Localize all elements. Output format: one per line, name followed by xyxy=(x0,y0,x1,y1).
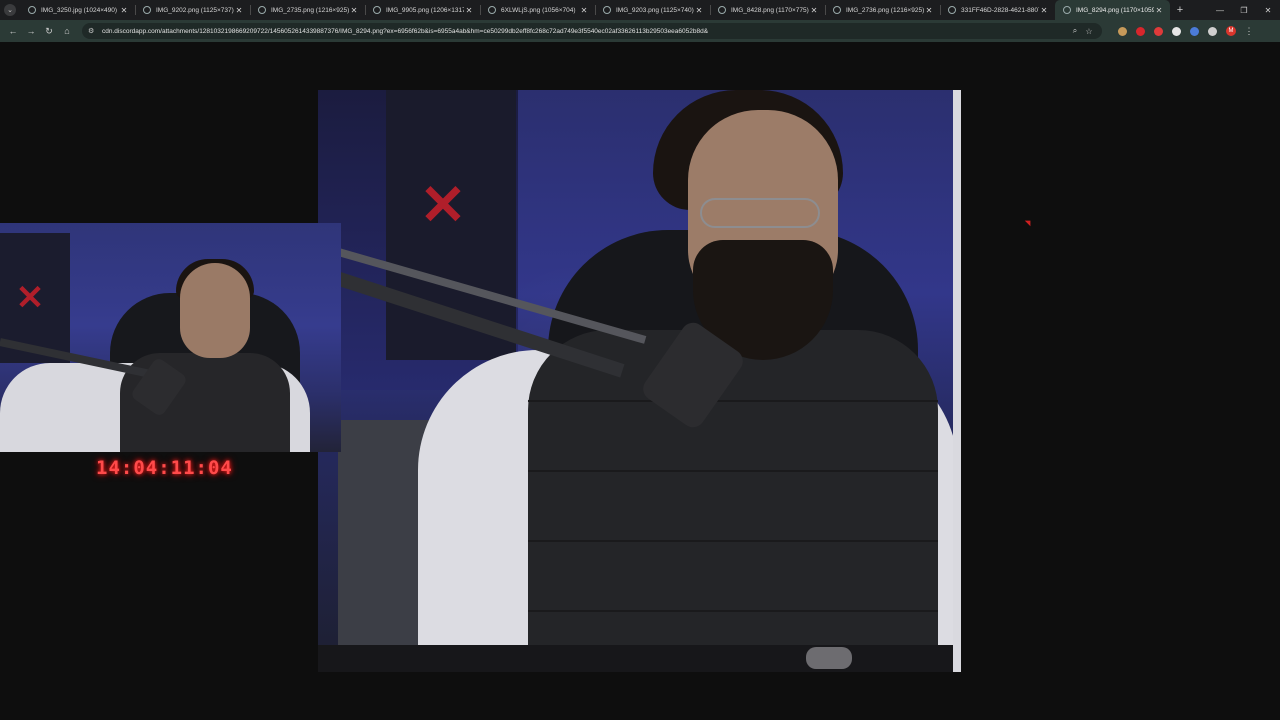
tab-title: 331FF46D-2828-4621-8807-... xyxy=(961,6,1039,14)
close-tab-icon[interactable]: ✕ xyxy=(1039,6,1049,15)
shield-extension-icon[interactable] xyxy=(1132,23,1148,39)
globe-icon xyxy=(143,6,151,14)
chevron-down-icon: ⌄ xyxy=(4,4,16,16)
globe-icon xyxy=(258,6,266,14)
close-tab-icon[interactable]: ✕ xyxy=(694,6,704,15)
tab-title: IMG_2736.png (1216×925) xyxy=(846,6,924,14)
translate-extension-icon-glyph xyxy=(1189,26,1199,36)
tab-title: IMG_2735.png (1216×925) xyxy=(271,6,349,14)
browser-tab[interactable]: IMG_3250.jpg (1024×490) ✕ xyxy=(20,0,135,20)
cookie-extension-icon-glyph xyxy=(1117,26,1127,36)
browser-menu-button[interactable]: ⋮ xyxy=(1242,26,1256,37)
tab-title: 6XLWLjS.png (1056×704) xyxy=(501,6,576,14)
browser-tab[interactable]: 331FF46D-2828-4621-8807-...✕ xyxy=(940,0,1055,20)
cookie-extension-icon[interactable] xyxy=(1114,23,1130,39)
back-button[interactable]: ← xyxy=(4,22,22,40)
globe-icon xyxy=(718,6,726,14)
globe-icon xyxy=(373,6,381,14)
tab-title: IMG_8428.png (1170×775) xyxy=(731,6,809,14)
minimize-button[interactable]: — xyxy=(1208,0,1232,20)
globe-icon xyxy=(833,6,841,14)
browser-tab[interactable]: IMG_8294.png (1170×1059) ✕ xyxy=(1055,0,1170,20)
browser-toolbar: ← → ↻ ⌂ ⚙ cdn.discordapp.com/attachments… xyxy=(0,20,1280,42)
browser-tab[interactable]: IMG_9203.png (1125×740) ✕ xyxy=(595,0,710,20)
image-border xyxy=(953,90,961,672)
browser-tab[interactable]: IMG_9905.png (1206×1317) ✕ xyxy=(365,0,480,20)
tab-title: IMG_9203.png (1125×740) xyxy=(616,6,694,14)
address-bar[interactable]: ⚙ cdn.discordapp.com/attachments/1281032… xyxy=(82,23,1102,39)
globe-icon xyxy=(1063,6,1071,14)
bookmark-star-icon[interactable]: ☆ xyxy=(1082,27,1096,36)
globe-icon xyxy=(28,6,36,14)
wristwatch xyxy=(806,647,852,669)
close-tab-icon[interactable]: ✕ xyxy=(1154,6,1164,15)
close-window-button[interactable]: ✕ xyxy=(1256,0,1280,20)
tab-title: IMG_9202.png (1125×737) xyxy=(156,6,234,14)
home-button[interactable]: ⌂ xyxy=(58,22,76,40)
forward-button[interactable]: → xyxy=(22,22,40,40)
zoom-icon[interactable]: ⌕ xyxy=(1068,26,1082,36)
globe-icon xyxy=(603,6,611,14)
pip-banner-logo-mark: ✕ xyxy=(15,279,45,317)
globe-icon xyxy=(948,6,956,14)
adblock-extension-icon-glyph xyxy=(1153,26,1163,36)
translate-extension-icon[interactable] xyxy=(1186,23,1202,39)
close-tab-icon[interactable]: ✕ xyxy=(924,6,934,15)
tab-title: IMG_3250.jpg (1024×490) xyxy=(41,6,118,14)
desk xyxy=(318,645,961,672)
shield-extension-icon-glyph xyxy=(1135,26,1145,36)
tab-title: IMG_9905.png (1206×1317) xyxy=(386,6,464,14)
close-tab-icon[interactable]: ✕ xyxy=(349,6,359,15)
new-tab-button[interactable]: + xyxy=(1170,4,1190,16)
close-tab-icon[interactable]: ✕ xyxy=(809,6,819,15)
tab-title: IMG_8294.png (1170×1059) xyxy=(1076,6,1154,14)
tab-search-button[interactable]: ⌄ xyxy=(0,0,20,20)
webcam-overlay-image: ✕ xyxy=(0,223,341,452)
glasses xyxy=(700,198,820,228)
close-tab-icon[interactable]: ✕ xyxy=(119,6,129,15)
adblock-extension-icon[interactable] xyxy=(1150,23,1166,39)
banner-logo-mark: ✕ xyxy=(419,173,467,236)
puzzle-extension-icon[interactable] xyxy=(1204,23,1220,39)
diamond-extension-icon-glyph xyxy=(1171,26,1181,36)
restore-button[interactable]: ❐ xyxy=(1232,0,1256,20)
url-text[interactable]: cdn.discordapp.com/attachments/128103219… xyxy=(102,28,1068,35)
diamond-extension-icon[interactable] xyxy=(1168,23,1184,39)
stream-timer: 14:04:11:04 xyxy=(96,457,233,479)
mouse-cursor-icon xyxy=(1024,217,1034,227)
browser-tab[interactable]: IMG_8428.png (1170×775) ✕ xyxy=(710,0,825,20)
browser-tab[interactable]: IMG_2736.png (1216×925) ✕ xyxy=(825,0,940,20)
site-info-icon[interactable]: ⚙ xyxy=(88,27,97,36)
window-controls: — ❐ ✕ xyxy=(1208,0,1280,20)
tab-list: IMG_3250.jpg (1024×490) ✕ IMG_9202.png (11… xyxy=(20,0,1170,20)
close-tab-icon[interactable]: ✕ xyxy=(579,6,589,15)
extensions-bar xyxy=(1114,23,1220,39)
reload-button[interactable]: ↻ xyxy=(40,22,58,40)
puffer-vest xyxy=(528,330,938,672)
profile-avatar[interactable]: M xyxy=(1226,26,1236,36)
browser-tab[interactable]: 6XLWLjS.png (1056×704) ✕ xyxy=(480,0,595,20)
image-viewer: ✕ ✕ 14:04:11:04 xyxy=(0,42,1280,720)
tab-strip: ⌄ IMG_3250.jpg (1024×490) ✕ IMG_9202.png (… xyxy=(0,0,1280,20)
browser-tab[interactable]: IMG_2735.png (1216×925) ✕ xyxy=(250,0,365,20)
close-tab-icon[interactable]: ✕ xyxy=(234,6,244,15)
puzzle-extension-icon-glyph xyxy=(1207,26,1217,36)
browser-tab[interactable]: IMG_9202.png (1125×737) ✕ xyxy=(135,0,250,20)
globe-icon xyxy=(488,6,496,14)
close-tab-icon[interactable]: ✕ xyxy=(464,6,474,15)
stream-screenshot-image: ✕ xyxy=(318,90,961,672)
pip-face xyxy=(180,263,250,358)
